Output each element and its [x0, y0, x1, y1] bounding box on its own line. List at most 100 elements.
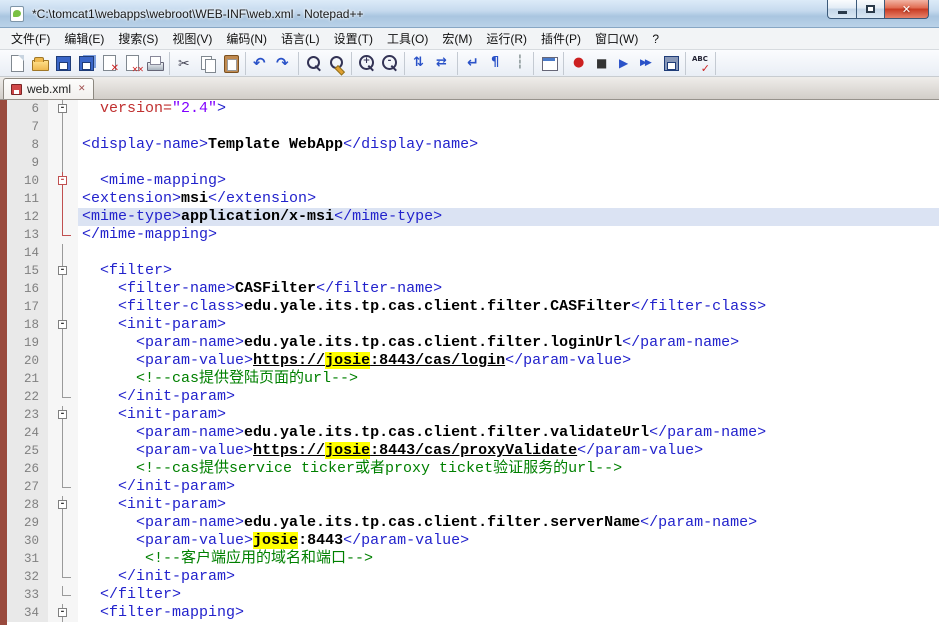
fold-marker[interactable]: -: [48, 496, 78, 514]
code-text[interactable]: <param-value>josie:8443</param-value>: [78, 532, 939, 550]
line-number[interactable]: 29: [7, 514, 48, 532]
menu-item-plugins[interactable]: 插件(P): [534, 28, 588, 49]
line-number[interactable]: 6: [7, 100, 48, 118]
code-text[interactable]: <filter>: [78, 262, 939, 280]
cut-icon[interactable]: [175, 53, 196, 74]
sync-scroll-vertical-icon[interactable]: [410, 53, 431, 74]
menu-item-search[interactable]: 搜索(S): [111, 28, 165, 49]
new-file-icon[interactable]: [7, 53, 28, 74]
line-number[interactable]: 17: [7, 298, 48, 316]
menu-item-run[interactable]: 运行(R): [479, 28, 534, 49]
fold-marker[interactable]: -: [48, 316, 78, 334]
line-number[interactable]: 19: [7, 334, 48, 352]
line-number[interactable]: 31: [7, 550, 48, 568]
line-number[interactable]: 25: [7, 442, 48, 460]
fold-marker[interactable]: -: [48, 604, 78, 622]
code-text[interactable]: <filter-class>edu.yale.its.tp.cas.client…: [78, 298, 939, 316]
fold-collapse-icon[interactable]: -: [58, 320, 67, 329]
redo-icon[interactable]: [274, 53, 295, 74]
find-icon[interactable]: [304, 53, 325, 74]
minimize-button[interactable]: [827, 0, 857, 19]
editor[interactable]: 6 - version="2.4"> 7 8 <display-name>Templat…: [0, 100, 939, 625]
code-text[interactable]: version="2.4">: [78, 100, 939, 118]
run-macro-multiple-icon[interactable]: [638, 53, 659, 74]
line-number[interactable]: 22: [7, 388, 48, 406]
menu-item-language[interactable]: 语言(L): [274, 28, 327, 49]
code-text[interactable]: <!--cas提供service ticker或者proxy ticket验证服…: [78, 460, 939, 478]
zoom-out-icon[interactable]: [380, 53, 401, 74]
line-number[interactable]: 23: [7, 406, 48, 424]
line-number[interactable]: 28: [7, 496, 48, 514]
record-macro-icon[interactable]: [569, 53, 590, 74]
save-icon[interactable]: [53, 53, 74, 74]
show-all-characters-icon[interactable]: [486, 53, 507, 74]
fold-marker[interactable]: -: [48, 100, 78, 118]
user-defined-dialog-icon[interactable]: [539, 53, 560, 74]
menu-item-macro[interactable]: 宏(M): [435, 28, 479, 49]
code-text[interactable]: <param-name>edu.yale.its.tp.cas.client.f…: [78, 514, 939, 532]
code-text[interactable]: </init-param>: [78, 568, 939, 586]
code-text[interactable]: <!--客户端应用的域名和端口-->: [78, 550, 939, 568]
fold-marker[interactable]: -: [48, 262, 78, 280]
line-number[interactable]: 15: [7, 262, 48, 280]
code-text[interactable]: <init-param>: [78, 316, 939, 334]
code-text[interactable]: <init-param>: [78, 496, 939, 514]
close-button[interactable]: ✕: [885, 0, 929, 19]
line-number[interactable]: 33: [7, 586, 48, 604]
fold-marker[interactable]: -: [48, 406, 78, 424]
code-text[interactable]: <!--cas提供登陆页面的url-->: [78, 370, 939, 388]
line-number[interactable]: 8: [7, 136, 48, 154]
code-text[interactable]: <filter-mapping>: [78, 604, 939, 622]
fold-collapse-icon[interactable]: -: [58, 266, 67, 275]
line-number[interactable]: 34: [7, 604, 48, 622]
code-text[interactable]: <display-name>Template WebApp</display-n…: [78, 136, 939, 154]
fold-collapse-icon[interactable]: -: [58, 500, 67, 509]
line-number[interactable]: 32: [7, 568, 48, 586]
replace-icon[interactable]: [327, 53, 348, 74]
close-all-icon[interactable]: [122, 53, 143, 74]
line-number[interactable]: 11: [7, 190, 48, 208]
line-number[interactable]: 30: [7, 532, 48, 550]
sync-scroll-horizontal-icon[interactable]: [433, 53, 454, 74]
code-text[interactable]: <mime-mapping>: [78, 172, 939, 190]
open-icon[interactable]: [30, 53, 51, 74]
code-text[interactable]: </init-param>: [78, 478, 939, 496]
maximize-button[interactable]: [857, 0, 885, 19]
line-number[interactable]: 20: [7, 352, 48, 370]
code-text[interactable]: <param-name>edu.yale.its.tp.cas.client.f…: [78, 334, 939, 352]
menu-item-encoding[interactable]: 编码(N): [219, 28, 274, 49]
menu-item-settings[interactable]: 设置(T): [327, 28, 380, 49]
zoom-in-icon[interactable]: [357, 53, 378, 74]
code-text[interactable]: <param-value>https://josie:8443/cas/prox…: [78, 442, 939, 460]
line-number[interactable]: 10: [7, 172, 48, 190]
menu-item-file[interactable]: 文件(F): [4, 28, 57, 49]
line-number[interactable]: 24: [7, 424, 48, 442]
print-icon[interactable]: [145, 53, 166, 74]
tab-web-xml[interactable]: web.xml ✕: [3, 78, 94, 99]
line-number[interactable]: 26: [7, 460, 48, 478]
line-number[interactable]: 7: [7, 118, 48, 136]
line-number[interactable]: 12: [7, 208, 48, 226]
fold-collapse-icon[interactable]: -: [58, 104, 67, 113]
line-number[interactable]: 16: [7, 280, 48, 298]
menu-item-edit[interactable]: 编辑(E): [57, 28, 111, 49]
menu-item-view[interactable]: 视图(V): [165, 28, 219, 49]
code-text[interactable]: <param-value>https://josie:8443/cas/logi…: [78, 352, 939, 370]
menu-item-help[interactable]: ?: [645, 30, 666, 48]
copy-icon[interactable]: [198, 53, 219, 74]
playback-macro-icon[interactable]: [615, 53, 636, 74]
code-text[interactable]: [78, 244, 939, 262]
code-text[interactable]: [78, 154, 939, 172]
save-all-icon[interactable]: [76, 53, 97, 74]
line-number[interactable]: 13: [7, 226, 48, 244]
spell-check-icon[interactable]: [691, 53, 712, 74]
tab-close-icon[interactable]: ✕: [78, 84, 86, 94]
code-text[interactable]: </filter>: [78, 586, 939, 604]
code-text[interactable]: <filter-name>CASFilter</filter-name>: [78, 280, 939, 298]
code-text[interactable]: <extension>msi</extension>: [78, 190, 939, 208]
fold-collapse-icon[interactable]: -: [58, 608, 67, 617]
undo-icon[interactable]: [251, 53, 272, 74]
code-text[interactable]: </mime-mapping>: [78, 226, 939, 244]
indent-guide-icon[interactable]: [509, 53, 530, 74]
code-text[interactable]: <init-param>: [78, 406, 939, 424]
